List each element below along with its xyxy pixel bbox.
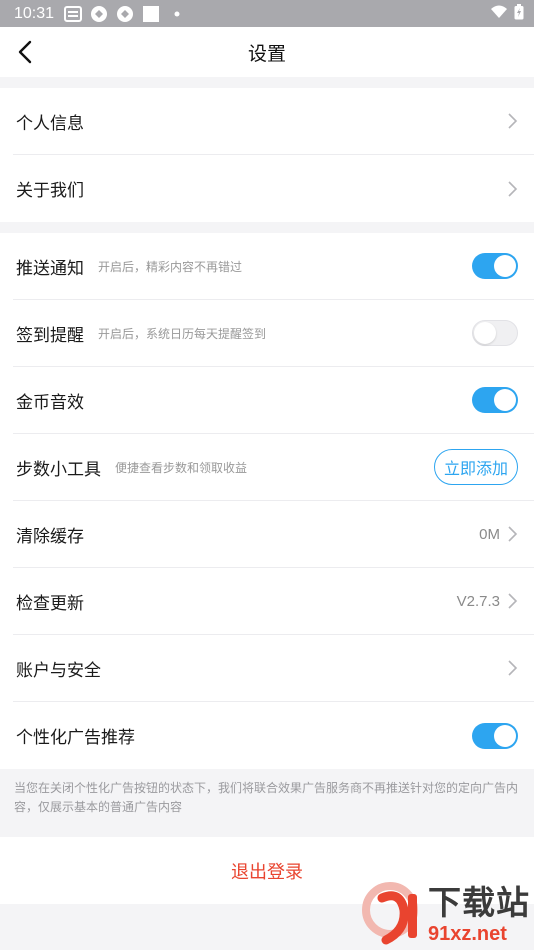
wifi-icon (490, 5, 508, 23)
ads-note-text: 当您在关闭个性化广告按钮的状态下，我们将联合效果广告服务商不再推送针对您的定向广… (0, 769, 534, 837)
page-title: 设置 (247, 42, 286, 65)
status-time: 10:31 (14, 4, 55, 22)
battery-icon (514, 3, 524, 24)
settings-group-preferences: 推送通知 开启后，精彩内容不再错过 签到提醒 开启后，系统日历每天提醒签到 金币… (0, 233, 534, 769)
cache-size-value: 0M (479, 525, 500, 543)
version-value: V2.7.3 (456, 592, 500, 610)
row-coin-sound: 金币音效 (13, 367, 534, 434)
chevron-right-icon (508, 660, 518, 676)
watermark-text: 下载站 (428, 883, 530, 922)
chevron-right-icon (508, 526, 518, 542)
row-label: 检查更新 (16, 593, 84, 614)
row-label: 个性化广告推荐 (16, 728, 135, 748)
app-notification-icon-2 (116, 5, 134, 23)
row-step-widget: 步数小工具 便捷查看步数和领取收益 立即添加 (13, 434, 534, 501)
watermark-url: 91xz.net (428, 923, 507, 945)
row-clear-cache[interactable]: 清除缓存 0M (13, 501, 534, 568)
chevron-right-icon (508, 180, 518, 197)
row-checkin-reminder: 签到提醒 开启后，系统日历每天提醒签到 (13, 300, 534, 367)
back-arrow-icon[interactable] (14, 39, 40, 65)
row-label: 个人信息 (16, 113, 84, 134)
chevron-right-icon (508, 113, 518, 129)
app-notification-icon (90, 5, 108, 23)
settings-group-account: 个人信息 关于我们 (0, 88, 534, 222)
chevron-right-icon (508, 593, 518, 609)
row-label: 账户与安全 (16, 660, 101, 681)
row-check-update[interactable]: 检查更新 V2.7.3 (13, 568, 534, 635)
watermark: 下载站 91xz.net (360, 880, 530, 946)
section-divider (0, 222, 534, 233)
row-account-security[interactable]: 账户与安全 (13, 635, 534, 702)
push-notification-toggle[interactable] (472, 253, 518, 279)
more-notifications-dot-icon (168, 5, 186, 23)
row-label: 步数小工具 (16, 459, 101, 480)
section-divider (0, 77, 534, 88)
square-notification-icon (142, 5, 160, 23)
row-hint: 便捷查看步数和领取收益 (115, 460, 248, 475)
row-label: 关于我们 (16, 181, 84, 201)
row-personalized-ads: 个性化广告推荐 (13, 702, 534, 769)
row-label: 推送通知 (16, 258, 84, 279)
row-hint: 开启后，精彩内容不再错过 (98, 259, 243, 274)
row-label: 签到提醒 (16, 325, 84, 346)
checkin-reminder-toggle[interactable] (472, 320, 518, 346)
row-push-notification: 推送通知 开启后，精彩内容不再错过 (13, 233, 534, 300)
coin-sound-toggle[interactable] (472, 387, 518, 413)
status-bar: 10:31 (0, 0, 534, 27)
notification-icon (64, 5, 83, 23)
watermark-logo-icon (362, 882, 418, 945)
personalized-ads-toggle[interactable] (472, 722, 518, 749)
row-hint: 开启后，系统日历每天提醒签到 (98, 326, 267, 341)
row-personal-info[interactable]: 个人信息 (13, 88, 534, 155)
row-label: 清除缓存 (16, 526, 84, 547)
app-bar: 设置 (0, 27, 534, 77)
add-widget-button[interactable]: 立即添加 (433, 449, 518, 485)
row-label: 金币音效 (16, 392, 84, 413)
row-about-us[interactable]: 关于我们 (13, 155, 534, 222)
